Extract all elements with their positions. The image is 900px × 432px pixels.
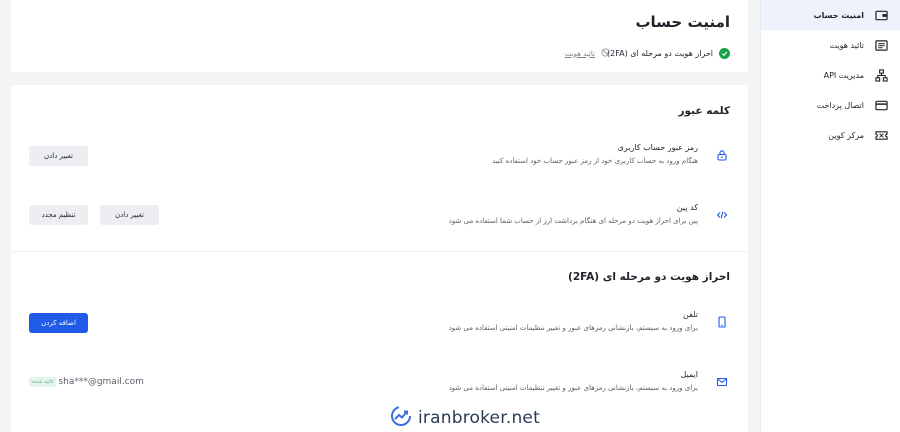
reset-pin-button[interactable]: تنظیم مجدد [29, 205, 88, 225]
twofa-status-label: احراز هویت دو مرحله ای (2FA) [607, 49, 713, 58]
password-section-title: کلمه عبور [678, 105, 730, 117]
account-password-title: رمز عبور حساب کاربری [617, 143, 698, 152]
change-password-button[interactable]: تغییر دادن [29, 146, 88, 166]
sidebar-item-identity-verification[interactable]: تائید هویت [761, 30, 900, 60]
account-password-row: رمز عبور حساب کاربری هنگام ورود به حساب … [30, 143, 730, 183]
sidebar-item-label: امنیت حساب [813, 10, 864, 20]
section-divider [11, 251, 748, 252]
phone-icon [714, 314, 730, 330]
kyc-status[interactable]: تائید هویت [565, 48, 610, 59]
email-value: تائید شده sha***@gmail.com [29, 377, 144, 387]
twofa-status: احراز هویت دو مرحله ای (2FA) [607, 48, 730, 59]
network-icon [874, 68, 888, 82]
blocked-circle-icon [601, 48, 610, 59]
watermark-text: iranbroker.net [418, 408, 540, 428]
status-badge: تائید شده [29, 377, 57, 387]
kyc-status-label[interactable]: تائید هویت [565, 50, 595, 58]
sidebar-item-payment-connection[interactable]: اتصال پرداخت [761, 90, 900, 120]
id-card-icon [874, 38, 888, 52]
twofa-section-title: احراز هویت دو مرحله ای (2FA) [568, 271, 730, 283]
sidebar-item-label: تائید هویت [829, 40, 864, 50]
chart-logo-icon [390, 405, 412, 431]
page-title: امنیت حساب [635, 13, 730, 31]
watermark: iranbroker.net [390, 405, 540, 431]
sidebar-item-label: مرکز کوپن [828, 130, 864, 140]
sidebar-item-api-management[interactable]: مدیریت API [761, 60, 900, 90]
lock-icon [714, 147, 730, 163]
email-address: sha***@gmail.com [58, 377, 144, 387]
sidebar: امنیت حساب تائید هویت مدیریت API اتصال پ… [760, 0, 900, 432]
sidebar-item-account-security[interactable]: امنیت حساب [761, 0, 900, 30]
account-security-header: امنیت حساب احراز هویت دو مرحله ای (2FA) … [11, 0, 748, 72]
check-circle-icon [719, 48, 730, 59]
account-password-desc: هنگام ورود به حساب کاربری خود از رمز عبو… [492, 157, 698, 165]
main-content: امنیت حساب احراز هویت دو مرحله ای (2FA) … [11, 0, 748, 432]
phone-title: تلفن [682, 310, 698, 319]
pin-code-desc: پین برای احراز هویت دو مرحله ای هنگام بر… [448, 217, 698, 225]
email-desc: برای ورود به سیستم، بازنشانی رمزهای عبور… [448, 384, 698, 392]
wallet-icon [874, 8, 888, 22]
credit-card-icon [874, 98, 888, 112]
sidebar-item-label: مدیریت API [823, 70, 864, 80]
mail-icon [714, 374, 730, 390]
sidebar-item-label: اتصال پرداخت [816, 100, 864, 110]
code-icon [714, 207, 730, 223]
email-row: ایمیل برای ورود به سیستم، بازنشانی رمزها… [30, 370, 730, 410]
pin-code-title: کد پین [676, 203, 698, 212]
change-pin-button[interactable]: تغییر دادن [100, 205, 159, 225]
security-settings-card: کلمه عبور رمز عبور حساب کاربری هنگام ورو… [11, 85, 748, 432]
phone-row: تلفن برای ورود به سیستم، بازنشانی رمزهای… [30, 310, 730, 350]
sidebar-item-coupon-center[interactable]: مرکز کوپن [761, 120, 900, 150]
ticket-icon [874, 128, 888, 142]
phone-desc: برای ورود به سیستم، بازنشانی رمزهای عبور… [448, 324, 698, 332]
add-phone-button[interactable]: اضافه کردن [29, 313, 88, 333]
email-title: ایمیل [680, 370, 698, 379]
